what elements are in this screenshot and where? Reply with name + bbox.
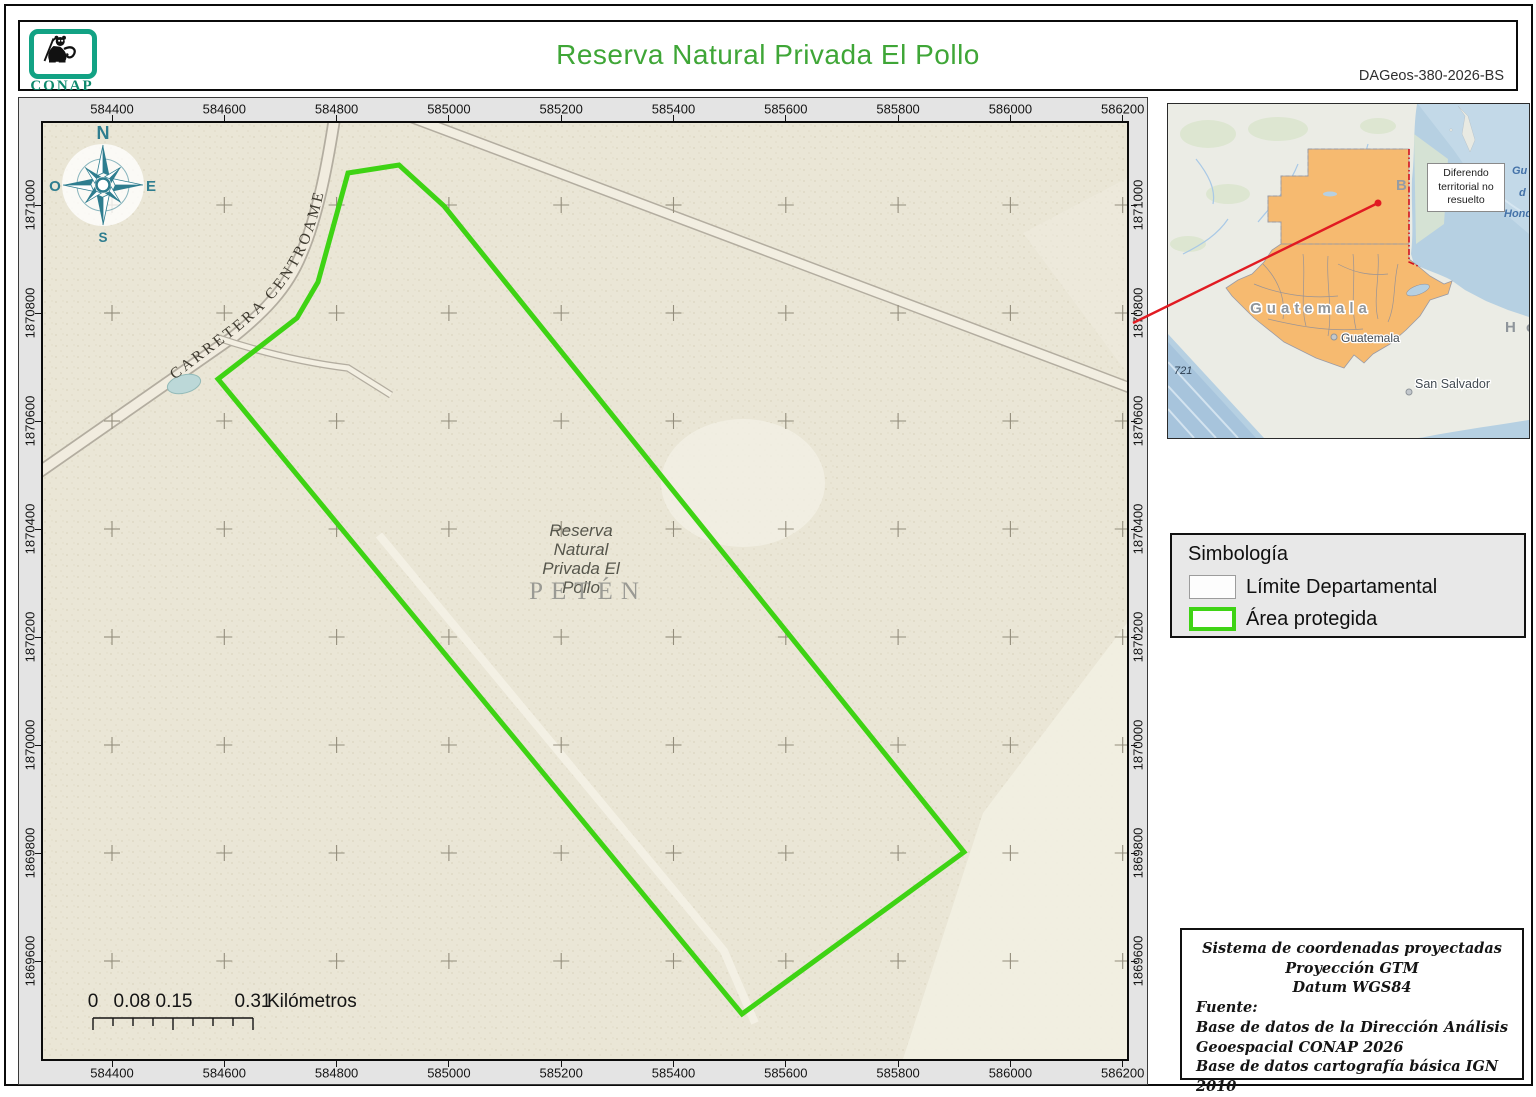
source-line: Base de datos de la Dirección Análisis G… bbox=[1196, 1018, 1508, 1056]
territorial-dispute-note: Diferendo territorial no resuelto bbox=[1427, 163, 1505, 212]
frame-tick bbox=[673, 115, 674, 121]
frame-tick bbox=[1131, 636, 1137, 638]
inset-city-label: San Salvador bbox=[1415, 377, 1490, 391]
frame-tick bbox=[1131, 204, 1137, 206]
inset-honduras-label-fragment: Hond bbox=[1504, 208, 1529, 220]
frame-tick bbox=[673, 1061, 674, 1067]
departmental-limit-swatch bbox=[1189, 575, 1236, 599]
inset-capital-dot bbox=[1330, 333, 1338, 341]
frame-tick bbox=[1009, 115, 1011, 121]
axis-label-bottom: 586000 bbox=[988, 1065, 1033, 1081]
inset-sea-label-fragment: d bbox=[1519, 187, 1526, 199]
reserve-name-line: Privada El bbox=[542, 559, 621, 578]
frame-tick bbox=[448, 115, 450, 121]
scale-label: 0 bbox=[88, 991, 99, 1012]
conap-logo-label: CONAP bbox=[30, 78, 94, 94]
compass-south-label: S bbox=[98, 230, 107, 245]
inset-lake-peten bbox=[1323, 191, 1337, 197]
frame-tick bbox=[35, 312, 41, 314]
frame-tick bbox=[35, 960, 41, 962]
frame-tick bbox=[560, 1061, 562, 1067]
frame-tick bbox=[1131, 852, 1137, 854]
axis-label-bottom: 585200 bbox=[539, 1065, 583, 1081]
legend-item-departmental: Límite Departamental bbox=[1172, 575, 1524, 601]
source-line: Base de datos cartografía básica IGN 201… bbox=[1196, 1058, 1499, 1096]
frame-tick bbox=[1131, 960, 1137, 962]
axis-label-bottom: 584800 bbox=[314, 1065, 359, 1081]
department-label: PETÉN bbox=[529, 577, 647, 605]
frame-tick bbox=[897, 115, 899, 121]
axis-label-bottom: 585400 bbox=[651, 1065, 696, 1081]
frame-tick bbox=[1131, 528, 1137, 530]
frame-tick bbox=[35, 204, 41, 206]
axis-label-bottom: 584600 bbox=[202, 1065, 246, 1081]
frame-tick bbox=[111, 115, 113, 121]
inset-sea-label-fragment: Gu bbox=[1512, 165, 1528, 177]
legend-item-protected: Área protegida bbox=[1172, 607, 1524, 633]
frame-tick bbox=[223, 115, 225, 121]
legend: Simbología Límite Departamental Área pro… bbox=[1170, 533, 1526, 638]
frame-tick bbox=[560, 115, 562, 121]
frame-tick bbox=[336, 115, 338, 121]
frame-tick bbox=[785, 1061, 787, 1067]
header: CONAP Reserva Natural Privada El Pollo D… bbox=[18, 20, 1518, 94]
page-title: Reserva Natural Privada El Pollo bbox=[556, 39, 980, 70]
inset-city-dot bbox=[1405, 388, 1413, 396]
inset-capital-label: Guatemala bbox=[1341, 331, 1400, 345]
inset-map: Guatemala Guatemala San Salvador 721 B G… bbox=[1167, 103, 1535, 439]
axis-label-bottom: 585600 bbox=[764, 1065, 808, 1081]
frame-tick bbox=[1131, 420, 1137, 422]
inset-honduras-label: H o bbox=[1505, 319, 1529, 336]
axis-label-bottom: 586200 bbox=[1100, 1065, 1145, 1081]
frame-tick bbox=[1122, 1061, 1124, 1067]
source-heading: Fuente: bbox=[1196, 999, 1258, 1017]
inset-depth-label: 721 bbox=[1174, 365, 1192, 377]
frame-tick bbox=[35, 744, 41, 746]
frame-tick bbox=[111, 1061, 113, 1067]
frame-tick bbox=[785, 115, 787, 121]
frame-tick bbox=[223, 1061, 225, 1067]
compass-east-label: E bbox=[146, 178, 156, 195]
frame-tick bbox=[35, 636, 41, 638]
coordinate-system-line: Sistema de coordenadas proyectadas bbox=[1202, 940, 1502, 957]
scale-unit-label: Kilómetros bbox=[267, 991, 357, 1012]
inset-belize-label-fragment: B bbox=[1396, 177, 1407, 194]
scale-label: 0.15 bbox=[156, 991, 193, 1012]
axis-label-bottom: 585800 bbox=[876, 1065, 920, 1081]
protected-area-swatch bbox=[1189, 607, 1236, 631]
frame-tick bbox=[1122, 115, 1124, 121]
legend-item-label: Límite Departamental bbox=[1246, 576, 1438, 598]
axis-label-bottom: 584400 bbox=[90, 1065, 134, 1081]
datum-line: Datum WGS84 bbox=[1292, 979, 1412, 997]
document-id: DAGeos-380-2026-BS bbox=[1358, 68, 1504, 84]
reserve-name-line: Reserva bbox=[549, 521, 612, 540]
projection-line: Proyección GTM bbox=[1285, 959, 1419, 977]
legend-item-label: Área protegida bbox=[1246, 608, 1378, 630]
inset-country-label: Guatemala bbox=[1250, 300, 1372, 317]
frame-tick bbox=[1131, 312, 1137, 314]
compass-west-label: O bbox=[49, 178, 61, 195]
scale-label: 0.08 bbox=[114, 991, 151, 1012]
main-map: CARRETERA CENTROAME Reserva Natural Priv… bbox=[18, 97, 1148, 1085]
compass-north-label: N bbox=[97, 123, 110, 143]
frame-tick bbox=[897, 1061, 899, 1067]
scale-label: 0.31 bbox=[235, 991, 272, 1012]
frame-tick bbox=[448, 1061, 450, 1067]
frame-tick bbox=[35, 528, 41, 530]
terrain-clearing bbox=[661, 419, 825, 547]
frame-tick bbox=[336, 1061, 338, 1067]
frame-tick bbox=[1009, 1061, 1011, 1067]
frame-tick bbox=[1131, 744, 1137, 746]
legend-title: Simbología bbox=[1188, 543, 1289, 565]
map-canvas: CARRETERA CENTROAME Reserva Natural Priv… bbox=[43, 123, 1127, 1059]
frame-tick bbox=[35, 852, 41, 854]
reserve-name-line: Natural bbox=[554, 540, 610, 559]
axis-label-bottom: 585000 bbox=[427, 1065, 471, 1081]
frame-tick bbox=[35, 420, 41, 422]
credits-box: Sistema de coordenadas proyectadas Proye… bbox=[1180, 928, 1524, 1095]
